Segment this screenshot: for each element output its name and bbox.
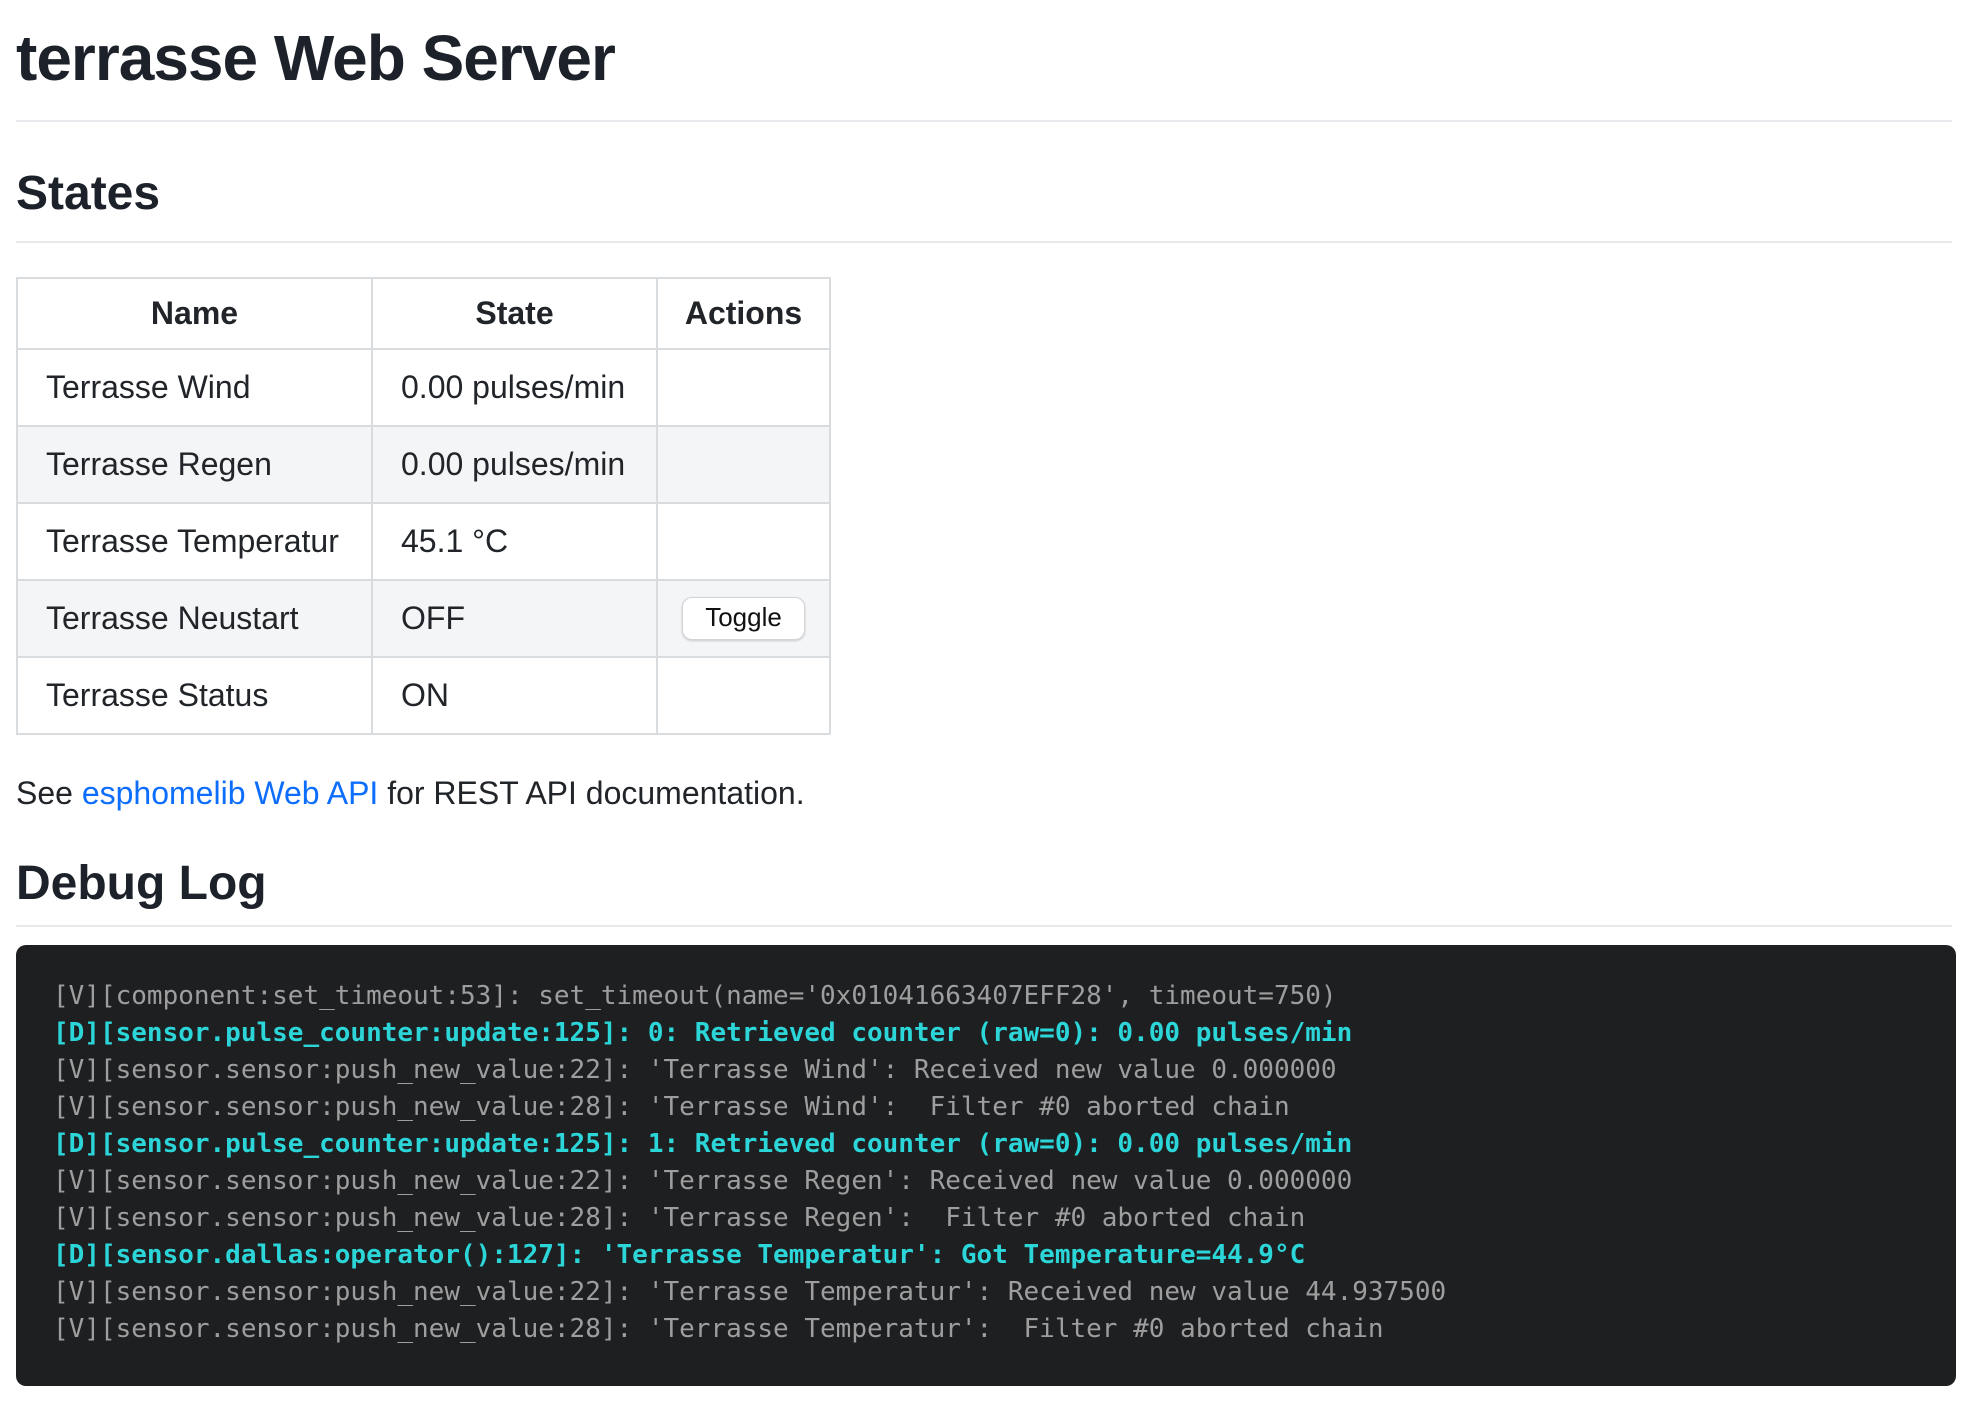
name-cell: Terrasse Neustart xyxy=(17,580,372,657)
name-cell: Terrasse Wind xyxy=(17,349,372,426)
log-line: [V][sensor.sensor:push_new_value:22]: 'T… xyxy=(53,1274,1956,1311)
esphomelib-web-api-link[interactable]: esphomelib Web API xyxy=(82,775,378,811)
divider xyxy=(16,241,1952,243)
column-header-state: State xyxy=(372,278,657,349)
state-cell: 45.1 °C xyxy=(372,503,657,580)
name-cell: Terrasse Status xyxy=(17,657,372,734)
toggle-button[interactable]: Toggle xyxy=(682,597,805,640)
actions-cell xyxy=(657,349,830,426)
state-cell: 0.00 pulses/min xyxy=(372,426,657,503)
table-row: Terrasse Regen 0.00 pulses/min xyxy=(17,426,830,503)
log-line: [V][sensor.sensor:push_new_value:22]: 'T… xyxy=(53,1052,1956,1089)
debug-log-panel: [V][component:set_timeout:53]: set_timeo… xyxy=(16,945,1956,1386)
table-row: Terrasse Status ON xyxy=(17,657,830,734)
log-line: [D][sensor.pulse_counter:update:125]: 1:… xyxy=(53,1126,1956,1163)
state-cell: ON xyxy=(372,657,657,734)
actions-cell xyxy=(657,426,830,503)
log-line: [D][sensor.pulse_counter:update:125]: 0:… xyxy=(53,1015,1956,1052)
states-heading: States xyxy=(16,166,1952,221)
divider xyxy=(16,925,1952,927)
page-title: terrasse Web Server xyxy=(16,22,1952,96)
log-line: [V][component:set_timeout:53]: set_timeo… xyxy=(53,978,1956,1015)
page: terrasse Web Server States Name State Ac… xyxy=(0,0,1968,1386)
table-row: Terrasse Wind 0.00 pulses/min xyxy=(17,349,830,426)
actions-cell xyxy=(657,503,830,580)
state-cell: 0.00 pulses/min xyxy=(372,349,657,426)
api-note-suffix: for REST API documentation. xyxy=(378,775,804,811)
actions-cell xyxy=(657,657,830,734)
name-cell: Terrasse Regen xyxy=(17,426,372,503)
table-row: Terrasse Neustart OFF Toggle xyxy=(17,580,830,657)
log-line: [V][sensor.sensor:push_new_value:28]: 'T… xyxy=(53,1089,1956,1126)
divider xyxy=(16,120,1952,122)
api-note: See esphomelib Web API for REST API docu… xyxy=(16,775,1952,812)
log-line: [D][sensor.dallas:operator():127]: 'Terr… xyxy=(53,1237,1956,1274)
state-cell: OFF xyxy=(372,580,657,657)
debug-log-heading: Debug Log xyxy=(16,856,1952,911)
table-header-row: Name State Actions xyxy=(17,278,830,349)
column-header-actions: Actions xyxy=(657,278,830,349)
name-cell: Terrasse Temperatur xyxy=(17,503,372,580)
log-line: [V][sensor.sensor:push_new_value:28]: 'T… xyxy=(53,1200,1956,1237)
api-note-prefix: See xyxy=(16,775,82,811)
actions-cell: Toggle xyxy=(657,580,830,657)
log-line: [V][sensor.sensor:push_new_value:22]: 'T… xyxy=(53,1163,1956,1200)
states-table: Name State Actions Terrasse Wind 0.00 pu… xyxy=(16,277,831,735)
table-row: Terrasse Temperatur 45.1 °C xyxy=(17,503,830,580)
column-header-name: Name xyxy=(17,278,372,349)
log-line: [V][sensor.sensor:push_new_value:28]: 'T… xyxy=(53,1311,1956,1348)
